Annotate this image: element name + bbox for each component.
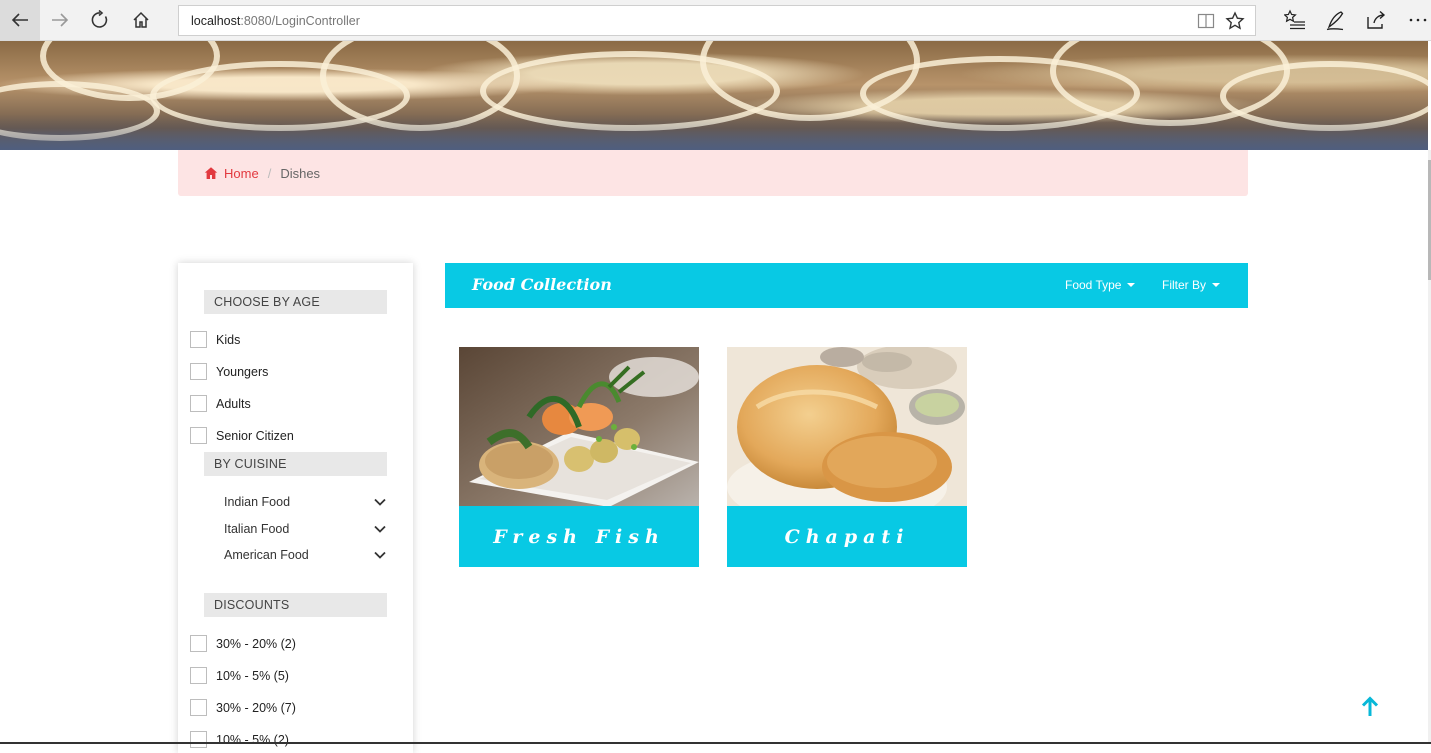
discount-option[interactable]: 10% - 5% (2): [190, 731, 289, 748]
age-heading: CHOOSE BY AGE: [204, 290, 387, 314]
forward-button[interactable]: [40, 0, 80, 40]
breadcrumb-separator: /: [267, 165, 272, 181]
checkbox[interactable]: [190, 363, 207, 380]
breadcrumb: Home / Dishes: [178, 150, 1248, 196]
discount-label: 30% - 20% (2): [216, 636, 296, 651]
dish-name: Chapati: [727, 506, 967, 567]
dish-card-fresh-fish[interactable]: Fresh Fish: [459, 347, 699, 567]
arrow-up-icon: [1361, 696, 1379, 716]
more-icon[interactable]: [1407, 9, 1429, 31]
age-option-label: Kids: [216, 332, 241, 347]
discount-label: 10% - 5% (2): [216, 732, 289, 747]
checkbox[interactable]: [190, 699, 207, 716]
pen-icon[interactable]: [1325, 9, 1347, 31]
checkbox[interactable]: [190, 667, 207, 684]
chapati-image: [727, 347, 967, 506]
scroll-to-top-button[interactable]: [1360, 696, 1380, 718]
age-option-senior-citizen[interactable]: Senior Citizen: [190, 427, 294, 444]
checkbox[interactable]: [190, 331, 207, 348]
favorites-list-icon[interactable]: [1284, 9, 1306, 31]
reading-view-icon[interactable]: [1197, 12, 1215, 35]
discount-label: 30% - 20% (7): [216, 700, 296, 715]
cuisine-indian-food[interactable]: Indian Food: [224, 495, 387, 509]
age-option-kids[interactable]: Kids: [190, 331, 240, 348]
discount-option[interactable]: 10% - 5% (5): [190, 667, 289, 684]
hero-banner-image: [0, 41, 1428, 150]
cuisine-heading: BY CUISINE: [204, 452, 387, 476]
cuisine-italian-food[interactable]: Italian Food: [224, 522, 387, 536]
cuisine-label: Italian Food: [224, 522, 290, 536]
cuisine-american-food[interactable]: American Food: [224, 548, 387, 562]
home-icon: [204, 167, 218, 179]
breadcrumb-current: Dishes: [280, 165, 321, 181]
caret-down-icon: [1127, 283, 1136, 287]
age-option-label: Adults: [216, 396, 251, 411]
chevron-down-icon[interactable]: [373, 522, 387, 536]
age-option-adults[interactable]: Adults: [190, 395, 251, 412]
home-button[interactable]: [121, 0, 161, 40]
back-button[interactable]: [0, 0, 40, 40]
cuisine-label: Indian Food: [224, 495, 291, 509]
food-type-label: Food Type: [1065, 278, 1122, 292]
filter-by-dropdown[interactable]: Filter By: [1162, 278, 1221, 292]
forward-arrow-icon: [52, 13, 69, 27]
age-option-label: Youngers: [216, 364, 269, 379]
cuisine-label: American Food: [224, 548, 309, 562]
favorite-star-icon[interactable]: [1225, 11, 1245, 36]
filter-sidebar: CHOOSE BY AGE Kids Youngers Adults Senio…: [178, 263, 413, 753]
discounts-heading: DISCOUNTS: [204, 593, 387, 617]
address-url: localhost:8080/LoginController: [191, 14, 360, 28]
back-arrow-icon: [11, 13, 28, 27]
food-collection-bar: Food Collection Food Type Filter By: [445, 263, 1248, 308]
browser-toolbar: localhost:8080/LoginController: [0, 0, 1431, 41]
chevron-down-icon[interactable]: [373, 548, 387, 562]
reload-icon: [91, 10, 108, 28]
age-option-label: Senior Citizen: [216, 428, 294, 443]
filter-by-label: Filter By: [1162, 278, 1207, 292]
share-icon[interactable]: [1365, 9, 1387, 31]
food-type-dropdown[interactable]: Food Type: [1065, 278, 1136, 292]
discount-option[interactable]: 30% - 20% (7): [190, 699, 296, 716]
age-option-youngers[interactable]: Youngers: [190, 363, 268, 380]
discount-option[interactable]: 30% - 20% (2): [190, 635, 296, 652]
home-icon: [133, 11, 149, 28]
checkbox[interactable]: [190, 427, 207, 444]
chevron-down-icon[interactable]: [373, 495, 387, 509]
checkbox[interactable]: [190, 395, 207, 412]
dish-card-chapati[interactable]: Chapati: [727, 347, 967, 567]
reload-button[interactable]: [80, 0, 120, 40]
food-collection-title: Food Collection: [472, 275, 612, 294]
caret-down-icon: [1212, 283, 1221, 287]
dish-name: Fresh Fish: [459, 506, 699, 567]
checkbox[interactable]: [190, 731, 207, 748]
breadcrumb-home-link[interactable]: Home: [224, 166, 259, 181]
address-bar[interactable]: localhost:8080/LoginController: [178, 5, 1256, 36]
discount-label: 10% - 5% (5): [216, 668, 289, 683]
fresh-fish-image: [459, 347, 699, 506]
checkbox[interactable]: [190, 635, 207, 652]
